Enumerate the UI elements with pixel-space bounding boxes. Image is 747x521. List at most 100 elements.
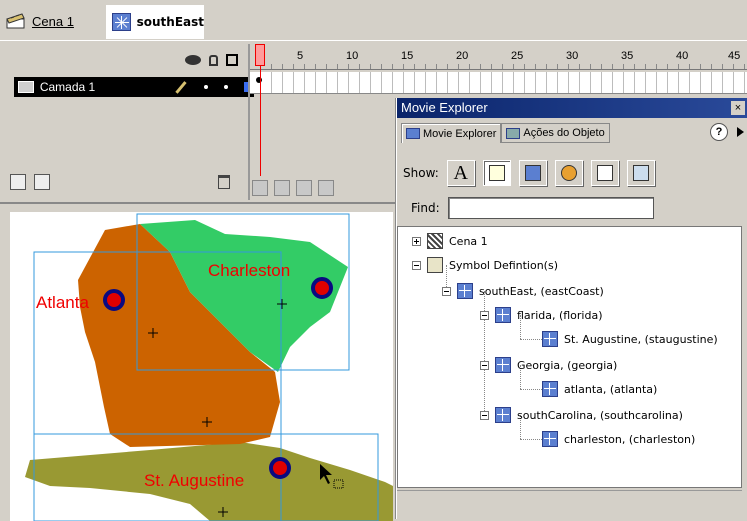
layer-row[interactable]: Camada 1	[14, 77, 254, 97]
tree-connector	[520, 389, 542, 390]
movieclip-symbol-icon	[112, 13, 131, 31]
tree-node-label: atlanta, (atlanta)	[564, 382, 658, 396]
tab-movie-explorer-label: Movie Explorer	[423, 127, 497, 140]
show-media-button[interactable]	[554, 160, 583, 186]
text-icon: A	[453, 161, 468, 184]
tab-object-actions-label: Ações do Objeto	[523, 127, 605, 139]
symbol-tab[interactable]: southEast	[106, 5, 204, 39]
symbol-filter-icon	[488, 165, 505, 181]
symbol-tab-label: southEast	[136, 15, 204, 29]
lock-icon[interactable]	[209, 54, 218, 66]
scene-bar: Cena 1 southEast	[0, 0, 747, 40]
find-input[interactable]	[447, 197, 654, 219]
actions-filter-icon	[524, 165, 541, 181]
frames-filter-icon	[596, 165, 613, 181]
find-label: Find:	[411, 201, 440, 215]
tab-movie-explorer[interactable]: Movie Explorer	[401, 123, 502, 143]
tick-label: 20	[456, 50, 469, 62]
frame-ruler[interactable]: 1 5 10 15 20 25 30 35 40 45	[250, 44, 747, 70]
scene-tab-label: Cena 1	[32, 13, 74, 29]
playhead-line	[260, 66, 261, 176]
tick-label: 5	[297, 50, 304, 62]
show-label: Show:	[403, 166, 439, 180]
panel-menu-arrow-icon[interactable]	[734, 123, 747, 141]
collapse-icon[interactable]	[442, 286, 451, 296]
tree-node-scene[interactable]: Cena 1	[412, 231, 488, 251]
tree-node-symbol-definitions[interactable]: Symbol Defintion(s)	[412, 255, 558, 275]
actions-icon	[506, 127, 521, 139]
tree-node-label: southCarolina, (southcarolina)	[517, 408, 683, 422]
onion-outline-icon[interactable]	[296, 180, 312, 196]
frame-row[interactable]	[250, 72, 747, 94]
playhead[interactable]	[255, 44, 265, 66]
charleston-marker	[311, 277, 333, 299]
collapse-icon[interactable]	[480, 360, 489, 370]
show-frames-layers-button[interactable]	[590, 160, 619, 186]
scene-tab[interactable]: Cena 1	[6, 8, 74, 34]
eye-icon[interactable]	[185, 55, 201, 65]
collapse-icon[interactable]	[480, 410, 489, 420]
st-augustine-marker	[269, 457, 291, 479]
layer-tools	[10, 170, 246, 194]
center-frame-icon[interactable]	[252, 180, 268, 196]
tick-label: 40	[676, 50, 689, 62]
lock-dot[interactable]	[224, 85, 229, 89]
layer-icon	[18, 81, 34, 93]
tree-node-st-augustine[interactable]: St. Augustine, (staugustine)	[542, 329, 718, 349]
add-guide-layer-icon[interactable]	[34, 174, 50, 190]
symbol-definitions-icon	[427, 257, 443, 273]
tick-label: 35	[621, 50, 634, 62]
tree-connector	[520, 439, 542, 440]
tree-node-georgia[interactable]: Georgia, (georgia)	[480, 355, 617, 375]
explorer-tree: Cena 1 Symbol Defintion(s) southEast, (e…	[397, 226, 742, 488]
st-augustine-label: St. Augustine	[144, 471, 245, 490]
movieclip-icon	[495, 307, 511, 323]
outline-icon[interactable]	[226, 54, 238, 66]
panel-status-bar	[397, 490, 742, 518]
show-buttons-movieclips-button[interactable]	[482, 160, 511, 186]
tree-node-label: southEast, (eastCoast)	[479, 284, 604, 298]
onion-skin-icon[interactable]	[274, 180, 290, 196]
collapse-icon[interactable]	[412, 260, 421, 270]
show-filter-row: Show: A	[397, 156, 747, 190]
delete-layer-icon[interactable]	[218, 175, 230, 189]
tick-label: 30	[566, 50, 579, 62]
atlanta-marker	[103, 289, 125, 311]
customize-icon	[632, 165, 649, 181]
tick-label: 25	[511, 50, 524, 62]
tab-object-actions[interactable]: Ações do Objeto	[501, 123, 610, 143]
tree-connector	[520, 339, 542, 340]
expand-icon[interactable]	[412, 236, 421, 246]
movieclip-icon	[495, 357, 511, 373]
atlanta-label: Atlanta	[36, 293, 89, 312]
keyframe-dot[interactable]	[256, 77, 262, 83]
tree-node-atlanta[interactable]: atlanta, (atlanta)	[542, 379, 657, 399]
tick-label: 45	[728, 50, 741, 62]
show-text-button[interactable]: A	[446, 160, 475, 186]
panel-title[interactable]: Movie Explorer	[397, 98, 747, 118]
movie-explorer-panel: Movie Explorer × Movie Explorer Ações do…	[396, 98, 747, 519]
show-actions-button[interactable]	[518, 160, 547, 186]
tree-node-charleston[interactable]: charleston, (charleston)	[542, 429, 695, 449]
movie-explorer-icon	[406, 128, 420, 139]
visibility-dot[interactable]	[204, 85, 209, 89]
tree-node-label: St. Augustine, (staugustine)	[564, 332, 718, 346]
tree-node-south-carolina[interactable]: southCarolina, (southcarolina)	[480, 405, 683, 425]
movieclip-icon	[495, 407, 511, 423]
insert-layer-icon[interactable]	[10, 174, 26, 190]
pencil-icon	[175, 80, 187, 94]
media-filter-icon	[560, 165, 577, 181]
tree-node-southeast[interactable]: southEast, (eastCoast)	[442, 281, 604, 301]
help-icon[interactable]: ?	[710, 123, 728, 141]
close-icon[interactable]: ×	[731, 101, 745, 115]
tree-node-label: charleston, (charleston)	[564, 432, 696, 446]
tree-node-florida[interactable]: flarida, (florida)	[480, 305, 603, 325]
customize-filter-button[interactable]	[626, 160, 655, 186]
collapse-icon[interactable]	[480, 310, 489, 320]
edit-multiple-frames-icon[interactable]	[318, 180, 334, 196]
layer-name: Camada 1	[39, 80, 96, 94]
tree-node-label: Georgia, (georgia)	[517, 358, 618, 372]
stage-canvas[interactable]: Charleston Atlanta St. Augustine	[10, 212, 393, 521]
layer-header	[10, 48, 246, 72]
panel-tabs: Movie Explorer Ações do Objeto	[401, 123, 610, 143]
